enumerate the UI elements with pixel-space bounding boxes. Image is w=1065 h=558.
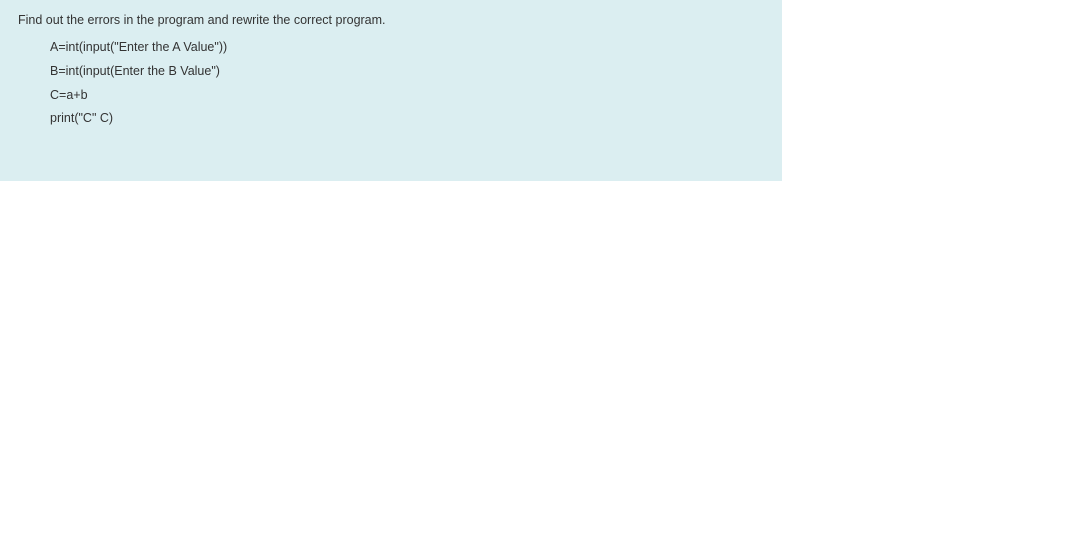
question-prompt: Find out the errors in the program and r… [18, 10, 764, 30]
code-line: A=int(input("Enter the A Value")) [50, 36, 764, 60]
code-line: B=int(input(Enter the B Value") [50, 60, 764, 84]
code-line: C=a+b [50, 84, 764, 108]
question-box: Find out the errors in the program and r… [0, 0, 782, 181]
code-line: print("C" C) [50, 107, 764, 131]
code-block: A=int(input("Enter the A Value")) B=int(… [18, 36, 764, 131]
